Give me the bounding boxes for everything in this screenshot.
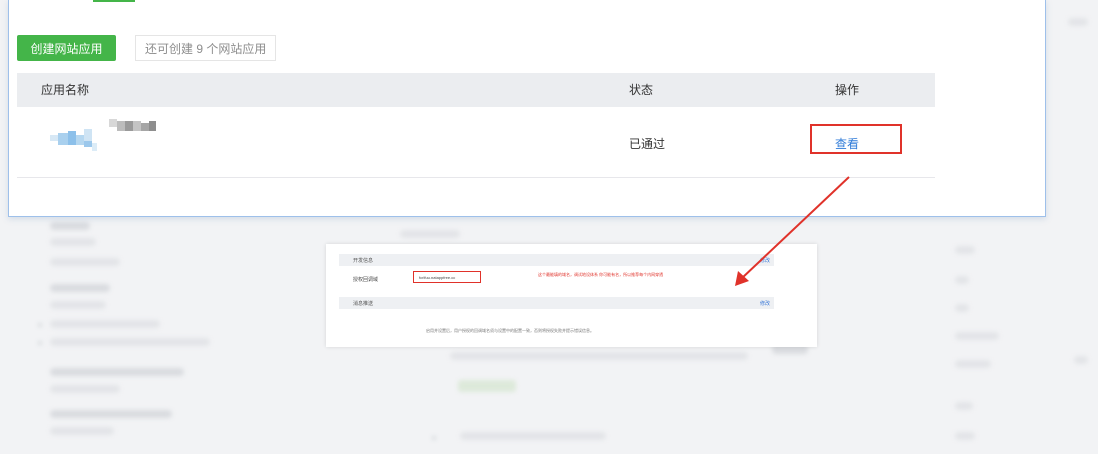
red-arrow-icon bbox=[735, 176, 850, 286]
